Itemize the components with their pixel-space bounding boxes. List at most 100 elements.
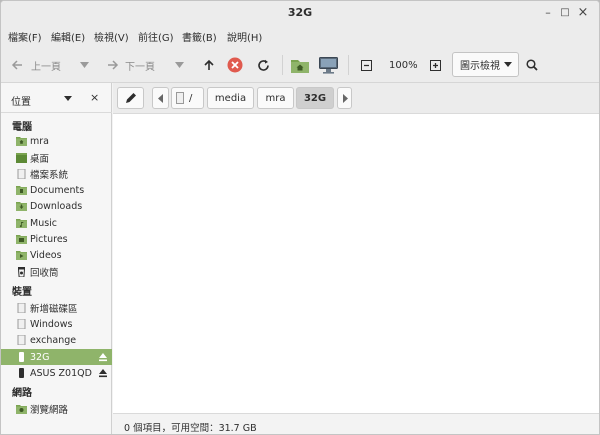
sidebar-item-asus-phone[interactable]: ASUS Z01QD — [1, 365, 112, 381]
chevron-left-icon — [157, 93, 163, 103]
triangle-down-icon — [175, 62, 184, 68]
sidebar: 位置 × 電腦 mra 桌面 檔案系統 Documents Downloads … — [1, 83, 112, 434]
menu-file[interactable]: 檔案(F) — [8, 29, 42, 44]
drive-icon — [17, 169, 26, 179]
window-title: 32G — [287, 6, 313, 19]
eject-icon[interactable] — [98, 368, 108, 378]
menu-view[interactable]: 檢視(V) — [94, 29, 129, 44]
status-bar: 0 個項目，可用空間：31.7 GB — [113, 413, 599, 434]
path-segment-32g[interactable]: 32G — [296, 87, 334, 109]
edit-location-button[interactable] — [117, 87, 144, 109]
path-bar: / media mra 32G — [113, 83, 599, 113]
sidebar-item-label: 桌面 — [30, 154, 50, 165]
menu-bar: 檔案(F) 編輯(E) 檢視(V) 前往(G) 書籤(B) 說明(H) — [1, 25, 599, 47]
search-button[interactable] — [526, 47, 538, 83]
drive-icon — [17, 319, 26, 329]
sidebar-item-downloads[interactable]: Downloads — [1, 198, 112, 214]
videos-folder-icon — [16, 251, 27, 260]
sidebar-item-windows[interactable]: Windows — [1, 316, 112, 332]
path-scroll-left[interactable] — [152, 87, 169, 109]
music-folder-icon — [16, 219, 27, 228]
sidebar-item-music[interactable]: Music — [1, 215, 112, 231]
sidebar-item-browse-network[interactable]: 瀏覽網路 — [1, 401, 112, 417]
sidebar-dropdown-icon[interactable] — [64, 96, 72, 101]
forward-history-dropdown[interactable] — [175, 47, 184, 83]
pictures-folder-icon — [16, 235, 27, 244]
path-segment-root[interactable]: / — [171, 87, 204, 109]
sidebar-item-desktop[interactable]: 桌面 — [1, 150, 112, 166]
sidebar-item-documents[interactable]: Documents — [1, 182, 112, 198]
home-folder-button[interactable] — [291, 47, 309, 83]
documents-folder-icon — [16, 186, 27, 195]
chevron-down-icon — [504, 62, 512, 67]
back-label: 上一頁 — [31, 61, 61, 73]
stop-button[interactable] — [227, 47, 243, 83]
trash-icon — [17, 267, 26, 277]
back-history-dropdown[interactable] — [80, 47, 89, 83]
path-segment-label: mra — [265, 92, 286, 104]
path-segment-label: 32G — [303, 92, 327, 104]
home-folder-icon — [291, 59, 309, 73]
forward-label: 下一頁 — [125, 61, 155, 73]
sidebar-item-videos[interactable]: Videos — [1, 247, 112, 263]
usb-drive-icon — [19, 352, 24, 362]
computer-button[interactable] — [319, 47, 338, 83]
path-segment-label: / — [189, 92, 193, 104]
drive-icon — [17, 335, 26, 345]
sidebar-item-label: 瀏覽網路 — [30, 405, 69, 416]
menu-bookmarks[interactable]: 書籤(B) — [182, 29, 217, 44]
maximize-button[interactable]: □ — [557, 5, 573, 21]
sidebar-item-32g[interactable]: 32G — [1, 349, 112, 365]
sidebar-places-label: 位置 — [11, 97, 31, 108]
up-button[interactable] — [203, 47, 215, 83]
back-button[interactable]: 上一頁 — [11, 47, 61, 83]
section-computer: 電腦 — [12, 122, 32, 133]
sidebar-item-exchange[interactable]: exchange — [1, 332, 112, 348]
sidebar-item-label: ASUS Z01QD — [30, 367, 92, 379]
path-scroll-right[interactable] — [337, 87, 352, 109]
sidebar-item-label: Downloads — [30, 200, 83, 212]
view-mode-label: 圖示檢視 — [460, 61, 500, 72]
zoom-out-button[interactable] — [361, 47, 372, 83]
home-folder-icon — [16, 137, 27, 146]
triangle-down-icon — [80, 62, 89, 68]
zoom-out-icon — [361, 59, 372, 71]
sidebar-item-label: Pictures — [30, 233, 68, 245]
network-icon — [16, 405, 27, 414]
sidebar-item-label: Windows — [30, 318, 73, 330]
pencil-icon — [125, 93, 136, 103]
sidebar-item-new-volume[interactable]: 新增磁碟區 — [1, 300, 112, 316]
sidebar-close-button[interactable]: × — [90, 91, 99, 104]
zoom-in-button[interactable] — [430, 47, 441, 83]
sidebar-item-label: 32G — [30, 351, 50, 363]
title-bar: 32G – □ × — [1, 1, 599, 25]
toolbar-separator — [282, 55, 283, 75]
stop-icon — [227, 57, 243, 73]
view-mode-select[interactable]: 圖示檢視 — [452, 52, 519, 77]
reload-button[interactable] — [257, 47, 270, 83]
menu-edit[interactable]: 編輯(E) — [51, 29, 85, 44]
forward-button[interactable]: 下一頁 — [107, 47, 155, 83]
zoom-level: 100% — [389, 59, 418, 71]
menu-help[interactable]: 說明(H) — [227, 29, 262, 44]
sidebar-item-mra[interactable]: mra — [1, 133, 112, 149]
eject-icon[interactable] — [98, 352, 108, 362]
path-segment-media[interactable]: media — [207, 87, 254, 109]
sidebar-item-label: 回收筒 — [30, 268, 59, 279]
sidebar-item-trash[interactable]: 回收筒 — [1, 264, 112, 280]
sidebar-item-pictures[interactable]: Pictures — [1, 231, 112, 247]
drive-icon — [17, 303, 26, 313]
zoom-in-icon — [430, 59, 441, 71]
sidebar-item-filesystem[interactable]: 檔案系統 — [1, 166, 112, 182]
sidebar-item-label: Music — [30, 217, 58, 229]
monitor-icon — [319, 56, 338, 74]
path-segment-mra[interactable]: mra — [257, 87, 294, 109]
search-icon — [526, 59, 538, 71]
close-button[interactable]: × — [575, 5, 591, 21]
menu-go[interactable]: 前往(G) — [138, 29, 174, 44]
downloads-folder-icon — [16, 202, 27, 211]
file-view[interactable] — [113, 113, 599, 413]
drive-icon — [176, 92, 184, 104]
minimize-button[interactable]: – — [540, 5, 556, 21]
sidebar-item-label: 檔案系統 — [30, 170, 69, 181]
